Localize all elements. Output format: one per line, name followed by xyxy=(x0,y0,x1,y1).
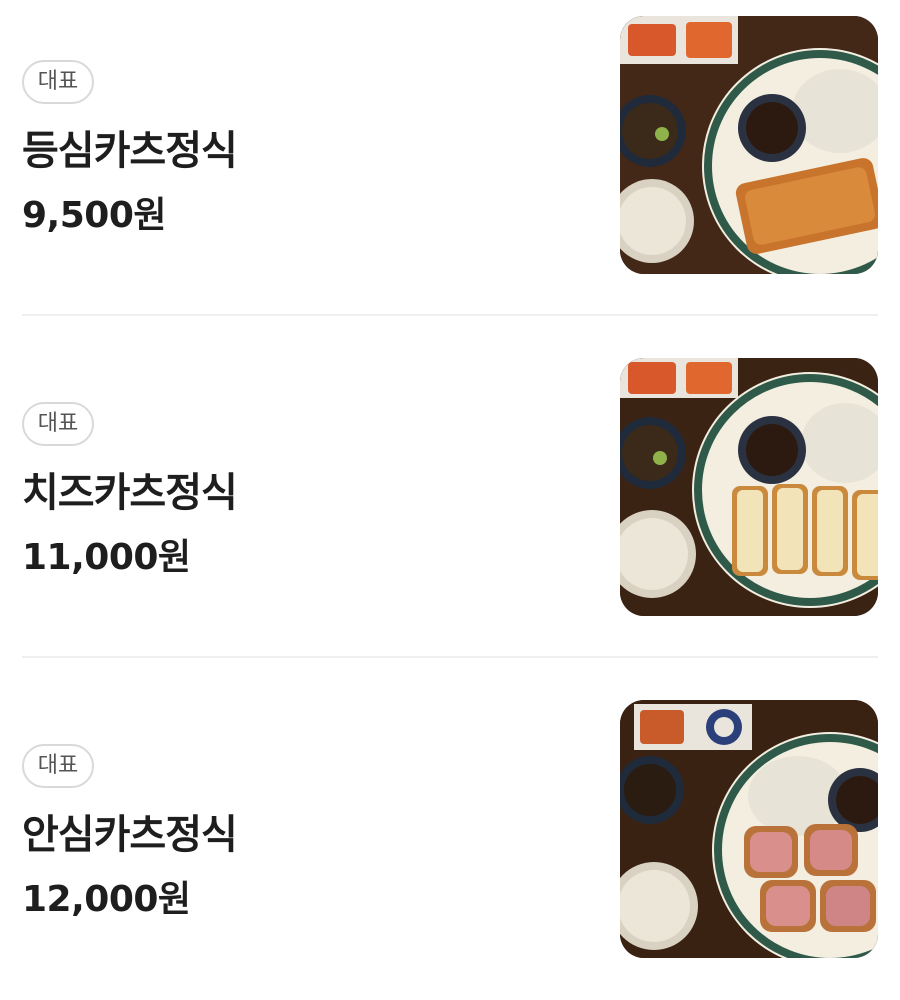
menu-item-name: 안심카츠정식 xyxy=(22,812,238,858)
menu-item[interactable]: 대표 안심카츠정식 12,000원 xyxy=(0,658,900,1000)
menu-item[interactable]: 대표 치즈카츠정식 11,000원 xyxy=(0,316,900,658)
menu-item-name: 등심카츠정식 xyxy=(22,128,238,174)
menu-item-photo[interactable] xyxy=(620,358,878,616)
menu-item-name: 치즈카츠정식 xyxy=(22,470,238,516)
signature-badge: 대표 xyxy=(22,744,94,788)
menu-item-photo[interactable] xyxy=(620,700,878,958)
menu-item-price: 11,000원 xyxy=(22,537,191,578)
menu-item-price: 9,500원 xyxy=(22,195,167,236)
signature-badge: 대표 xyxy=(22,60,94,104)
menu-item-price: 12,000원 xyxy=(22,879,191,920)
signature-badge: 대표 xyxy=(22,402,94,446)
menu-list: 대표 등심카츠정식 9,500원 대표 치즈카츠정식 11,000원 대표 안심… xyxy=(0,0,900,1000)
menu-item-photo[interactable] xyxy=(620,16,878,274)
menu-item[interactable]: 대표 등심카츠정식 9,500원 xyxy=(0,0,900,316)
